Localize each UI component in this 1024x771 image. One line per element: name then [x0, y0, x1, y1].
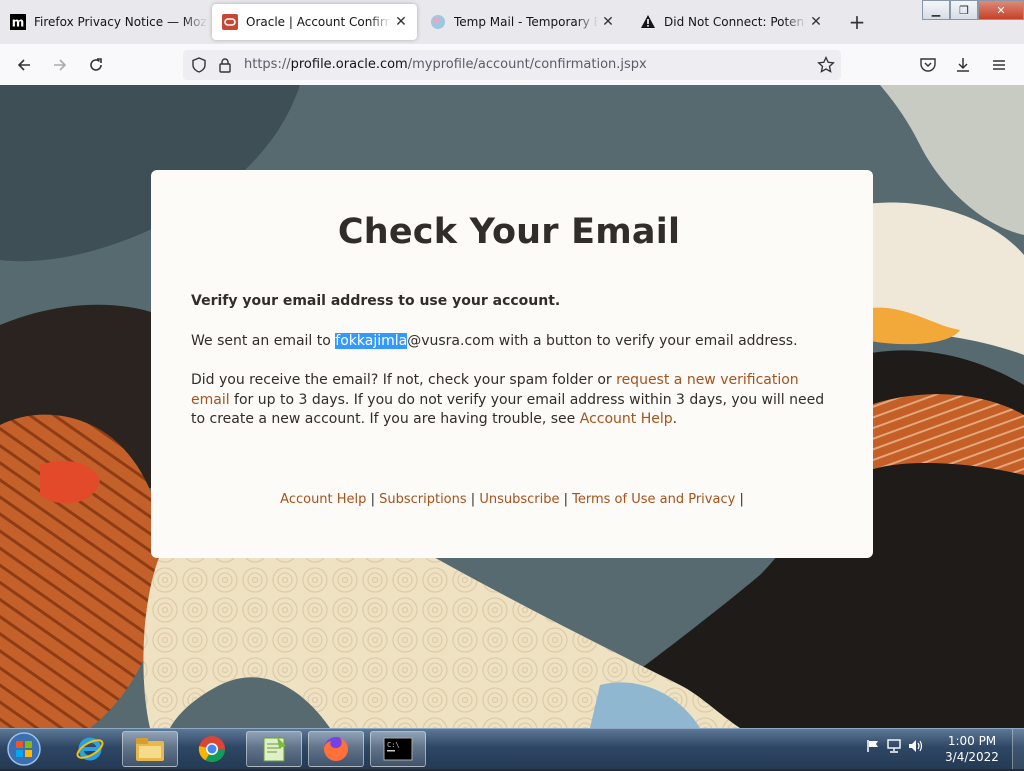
help-message: Did you receive the email? If not, check… — [191, 371, 831, 430]
url-path: /myprofile/account/confirmation.jspx — [407, 57, 647, 72]
sent-text-after: @vusra.com with a button to verify your … — [407, 333, 798, 349]
verify-instruction: Verify your email address to use your ac… — [191, 293, 561, 309]
footer-separator: | — [563, 492, 568, 507]
help-text-1: Did you receive the email? If not, check… — [191, 372, 617, 388]
url-scheme: https:// — [244, 57, 291, 72]
reload-icon — [90, 58, 102, 71]
close-window-button[interactable]: ✕ — [978, 0, 1024, 20]
card-footer: Account Help | Subscriptions | Unsubscri… — [151, 492, 873, 507]
file-explorer-icon — [136, 738, 164, 761]
navigation-toolbar: https://profile.oracle.com/myprofile/acc… — [0, 44, 1024, 86]
mozilla-m-icon: m — [10, 14, 26, 30]
tab-temp-mail[interactable]: Temp Mail - Temporary Email ✕ — [420, 4, 624, 40]
back-arrow-icon — [17, 59, 30, 71]
email-sent-message: We sent an email to fokkajimla@vusra.com… — [191, 332, 831, 352]
page-viewport: Check Your Email Verify your email addre… — [0, 85, 1024, 728]
taskbar-notepadpp[interactable] — [246, 731, 302, 767]
footer-subscriptions-link[interactable]: Subscriptions — [379, 492, 467, 507]
help-text-2: for up to 3 days. If you do not verify y… — [191, 391, 825, 428]
account-help-link[interactable]: Account Help — [580, 411, 673, 427]
clock-date: 3/4/2022 — [945, 750, 999, 764]
lock-icon[interactable] — [217, 57, 233, 73]
confirmation-card: Check Your Email Verify your email addre… — [151, 170, 873, 558]
tab-strip: m Firefox Privacy Notice — Mozilla Oracl… — [0, 0, 1024, 44]
pocket-icon — [920, 58, 936, 72]
taskbar-cmd[interactable]: C:\ — [370, 731, 426, 767]
shield-icon[interactable] — [191, 57, 207, 73]
selected-text: fokkajimla — [335, 333, 408, 349]
tab-oracle-confirmation[interactable]: Oracle | Account Confirmation ✕ — [212, 4, 417, 40]
svg-text:C:\: C:\ — [387, 741, 400, 749]
tab-firefox-privacy[interactable]: m Firefox Privacy Notice — Mozilla — [0, 4, 208, 40]
system-tray — [866, 739, 924, 753]
download-icon — [957, 58, 969, 72]
page-title: Check Your Email — [337, 212, 681, 252]
help-text-3: . — [672, 411, 678, 427]
sent-text-before: We sent an email to — [191, 333, 336, 349]
footer-terms-link[interactable]: Terms of Use and Privacy — [572, 492, 735, 507]
back-button[interactable] — [11, 52, 37, 78]
maximize-button[interactable]: ❐ — [950, 0, 978, 20]
footer-separator: | — [370, 492, 375, 507]
tab-title: Did Not Connect: Potential Security Issu… — [664, 15, 806, 29]
forward-button[interactable] — [47, 52, 73, 78]
forward-arrow-icon — [54, 59, 67, 71]
cmd-icon: C:\ — [383, 737, 413, 761]
window-controls: ▁ ❐ ✕ — [922, 0, 1024, 20]
internet-explorer-icon — [76, 737, 104, 761]
show-desktop-button[interactable] — [1012, 729, 1024, 769]
url-text: https://profile.oracle.com/myprofile/acc… — [244, 57, 647, 72]
taskbar-internet-explorer[interactable] — [62, 731, 118, 767]
footer-separator: | — [470, 492, 476, 507]
tab-did-not-connect[interactable]: Did Not Connect: Potential Security Issu… — [630, 4, 832, 40]
clock[interactable]: 1:00 PM 3/4/2022 — [940, 733, 1004, 765]
tab-title: Firefox Privacy Notice — Mozilla — [34, 15, 208, 29]
volume-icon[interactable] — [908, 739, 924, 753]
downloads-button[interactable] — [950, 52, 976, 78]
minimize-button[interactable]: ▁ — [922, 0, 950, 20]
close-tab-icon[interactable]: ✕ — [806, 12, 826, 32]
tab-title: Temp Mail - Temporary Email — [454, 15, 598, 29]
pocket-button[interactable] — [915, 52, 941, 78]
firefox-icon — [324, 737, 348, 761]
warning-icon — [640, 14, 656, 30]
close-tab-icon[interactable]: ✕ — [598, 12, 618, 32]
hamburger-menu-icon — [993, 60, 1005, 70]
close-tab-icon[interactable]: ✕ — [391, 12, 411, 32]
address-bar[interactable]: https://profile.oracle.com/myprofile/acc… — [183, 50, 841, 80]
chrome-icon — [198, 736, 226, 763]
footer-separator: | — [739, 492, 744, 507]
notepadpp-icon — [263, 737, 286, 762]
footer-account-help-link[interactable]: Account Help — [280, 492, 366, 507]
network-icon[interactable] — [886, 739, 902, 753]
new-tab-button[interactable]: + — [846, 12, 868, 34]
clock-time: 1:00 PM — [947, 734, 997, 748]
menu-button[interactable] — [986, 52, 1012, 78]
footer-unsubscribe-link[interactable]: Unsubscribe — [479, 492, 559, 507]
svg-text:m: m — [12, 16, 25, 30]
taskbar-firefox[interactable] — [308, 731, 364, 767]
start-button[interactable] — [3, 731, 45, 767]
windows-logo-icon — [7, 732, 41, 766]
flag-icon[interactable] — [866, 739, 880, 753]
taskbar-file-explorer[interactable] — [122, 731, 178, 767]
tab-title: Oracle | Account Confirmation — [246, 15, 391, 29]
oracle-icon — [222, 14, 238, 30]
tempmail-icon — [430, 14, 446, 30]
bookmark-star-icon[interactable] — [817, 56, 835, 74]
reload-button[interactable] — [83, 52, 109, 78]
url-host: profile.oracle.com — [290, 57, 408, 72]
taskbar-chrome[interactable] — [184, 731, 240, 767]
windows-taskbar: C:\ 1:00 PM 3/4/2022 — [0, 728, 1024, 769]
